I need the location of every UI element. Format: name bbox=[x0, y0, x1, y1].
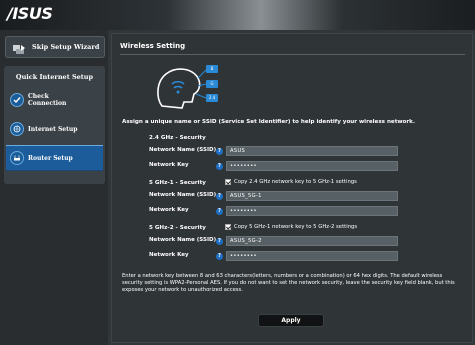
network-key-label: Network Key bbox=[149, 162, 189, 168]
security-note: Enter a network key between 8 and 63 cha… bbox=[122, 273, 455, 293]
skip-setup-wizard-label: Skip Setup Wizard bbox=[32, 43, 100, 51]
skip-icon bbox=[12, 41, 26, 54]
wireless-setting-panel: Wireless Setting B G 2.4 Assign a unique… bbox=[111, 33, 473, 343]
qis-title: Quick Internet Setup bbox=[15, 73, 94, 81]
ssid-5ghz-2-input[interactable]: ASUS_5G-2 bbox=[226, 236, 398, 246]
help-icon[interactable]: ? bbox=[216, 148, 223, 155]
quick-internet-setup-panel: Quick Internet Setup Check Connection In… bbox=[4, 66, 105, 184]
network-key-5ghz-2-input[interactable]: •••••••• bbox=[226, 251, 398, 261]
network-key-5ghz-1-input[interactable]: •••••••• bbox=[226, 206, 398, 216]
help-icon[interactable]: ? bbox=[216, 238, 223, 245]
wireless-illustration-icon bbox=[157, 65, 218, 109]
section-5ghz-2-security: 5 GHz-2 - Security bbox=[149, 225, 206, 231]
illustration-tag: 2.4 bbox=[208, 95, 216, 100]
sidebar: Skip Setup Wizard Quick Internet Setup C… bbox=[0, 30, 108, 345]
ssid-label: Network Name (SSID) bbox=[149, 192, 217, 198]
copy-key-5ghz-2-checkbox[interactable]: Copy 5 GHz-1 network key to 5 GHz-2 sett… bbox=[225, 224, 357, 230]
network-key-label: Network Key bbox=[149, 252, 189, 258]
help-icon[interactable]: ? bbox=[216, 208, 223, 215]
main-panel: Wireless Setting B G 2.4 Assign a unique… bbox=[108, 30, 475, 345]
section-5ghz-1-security: 5 GHz-1 - Security bbox=[149, 180, 206, 186]
ssid-2-4ghz-input[interactable]: ASUS bbox=[226, 146, 398, 156]
skip-setup-wizard-button[interactable]: Skip Setup Wizard bbox=[5, 36, 105, 58]
sidebar-item-router-setup[interactable]: Router Setup bbox=[6, 145, 103, 171]
checkbox-icon[interactable] bbox=[225, 179, 231, 185]
asus-logo: /ISUS bbox=[7, 4, 53, 23]
network-key-2-4ghz-input[interactable]: •••••••• bbox=[226, 161, 398, 171]
ssid-5ghz-1-input[interactable]: ASUS_5G-1 bbox=[226, 191, 398, 201]
apply-button[interactable]: Apply bbox=[258, 314, 324, 327]
copy-key-5ghz-1-checkbox[interactable]: Copy 2.4 GHz network key to 5 GHz-1 sett… bbox=[225, 179, 357, 185]
network-key-label: Network Key bbox=[149, 207, 189, 213]
sidebar-item-label: Connection bbox=[28, 100, 67, 107]
router-icon bbox=[10, 151, 24, 165]
ssid-label: Network Name (SSID) bbox=[149, 147, 217, 153]
help-icon[interactable]: ? bbox=[216, 253, 223, 260]
help-icon[interactable]: ? bbox=[216, 163, 223, 170]
sidebar-item-label: Check bbox=[28, 93, 49, 100]
ssid-label: Network Name (SSID) bbox=[149, 237, 217, 243]
section-2-4ghz-security: 2.4 GHz - Security bbox=[149, 135, 206, 141]
title-divider bbox=[120, 54, 465, 55]
globe-icon bbox=[10, 122, 24, 136]
copy-key-label: Copy 2.4 GHz network key to 5 GHz-1 sett… bbox=[234, 179, 357, 185]
copy-key-label: Copy 5 GHz-1 network key to 5 GHz-2 sett… bbox=[234, 224, 358, 230]
check-icon bbox=[10, 93, 24, 107]
illustration-tag: B bbox=[210, 66, 214, 71]
sidebar-item-internet-setup[interactable]: Internet Setup bbox=[6, 117, 103, 141]
page-title: Wireless Setting bbox=[120, 42, 186, 50]
sidebar-item-label: Internet Setup bbox=[28, 125, 78, 133]
help-icon[interactable]: ? bbox=[216, 193, 223, 200]
checkbox-icon[interactable] bbox=[225, 224, 231, 230]
instruction-text: Assign a unique name or SSID (Service Se… bbox=[122, 119, 416, 125]
sidebar-item-check-connection[interactable]: Check Connection bbox=[6, 88, 103, 112]
sidebar-item-label: Router Setup bbox=[28, 154, 73, 162]
illustration-tag: G bbox=[210, 81, 214, 86]
top-header: /ISUS bbox=[0, 0, 475, 30]
